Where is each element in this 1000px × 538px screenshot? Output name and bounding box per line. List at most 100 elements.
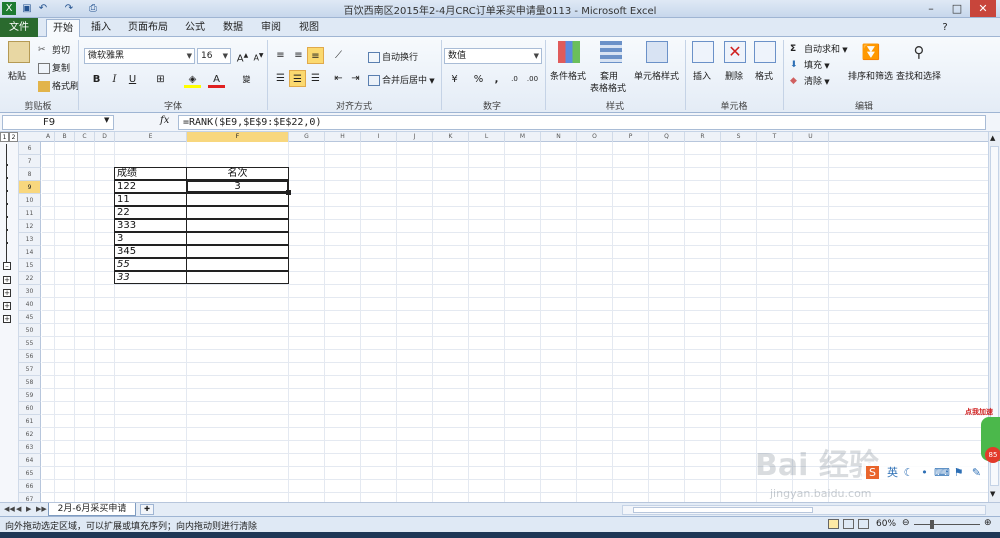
zoom-slider[interactable] [914,524,980,525]
name-box[interactable]: F9 [2,115,114,130]
score-cell[interactable]: 22 [114,206,187,219]
increase-decimal-icon[interactable]: .0 [506,71,523,88]
scroll-down-icon[interactable]: ▼ [990,490,995,498]
sort-filter-icon[interactable]: ⏬ [860,41,882,63]
align-left-icon[interactable]: ☰ [272,70,289,87]
score-cell[interactable]: 122 [114,180,187,193]
tab-home[interactable]: 开始 [46,19,80,37]
bold-button[interactable]: B [88,71,105,88]
rank-cell[interactable] [186,245,289,258]
row-header[interactable]: 63 [19,441,41,454]
format-cells-button[interactable]: 格式 [755,69,773,82]
horizontal-scrollbar[interactable] [622,505,986,515]
row-header[interactable]: 65 [19,467,41,480]
fill-handle[interactable] [286,190,291,195]
column-header-u[interactable]: U [793,132,829,142]
row-header[interactable]: 61 [19,415,41,428]
row-header[interactable]: 56 [19,350,41,363]
insert-function-button[interactable]: fx [160,115,169,126]
tab-formulas[interactable]: 公式 [178,19,212,37]
format-as-table-icon[interactable] [600,41,622,63]
row-header[interactable]: 13 [19,233,41,246]
tab-review[interactable]: 审阅 [254,19,288,37]
rank-cell[interactable] [186,193,289,206]
minimize-icon[interactable]: – [918,0,944,17]
row-header[interactable]: 9 [19,181,41,194]
column-header-r[interactable]: R [685,132,721,142]
keyboard-icon[interactable]: ⌨ [934,466,950,479]
score-cell[interactable]: 3 [114,232,187,245]
borders-icon[interactable]: ⊞ [152,71,169,88]
font-size-select[interactable]: 16 ▼ [197,48,231,64]
copy-button[interactable]: 复制 [38,61,70,74]
cut-button[interactable]: ✂ 剪切 [38,43,70,56]
english-input-icon[interactable]: 英 [886,466,899,479]
row-header[interactable]: 12 [19,220,41,233]
insert-cells-button[interactable]: 插入 [693,69,711,82]
speed-widget[interactable]: 点我加速 85 [965,407,1000,467]
page-break-view-icon[interactable] [858,519,869,529]
phonetic-icon[interactable]: 變 [238,71,255,88]
rank-cell[interactable] [186,232,289,245]
orientation-icon[interactable]: ⟋ [330,47,347,64]
outline-level-1-button[interactable]: 1 [0,132,9,142]
outline-collapse-button[interactable]: – [3,262,11,270]
zoom-in-icon[interactable]: ⊕ [984,518,992,528]
align-middle-icon[interactable]: ≡ [290,47,307,64]
row-header[interactable]: 7 [19,155,41,168]
chevron-down-icon[interactable]: ▼ [104,116,109,124]
tab-data[interactable]: 数据 [216,19,250,37]
tab-page-layout[interactable]: 页面布局 [124,19,172,37]
close-icon[interactable]: ✕ [970,0,996,17]
decrease-decimal-icon[interactable]: .00 [524,71,541,88]
row-header[interactable]: 30 [19,285,41,298]
score-cell[interactable]: 345 [114,245,187,258]
row-header[interactable]: 50 [19,324,41,337]
merge-center-button[interactable]: 合并后居中 ▼ [368,73,435,86]
tab-file[interactable]: 文件 [0,18,38,37]
sheet-tab[interactable]: 2月-6月采买申请 [48,503,136,516]
cell-styles-button[interactable]: 单元格样式 [634,69,679,82]
outline-expand-button[interactable]: + [3,302,11,310]
column-header-k[interactable]: K [433,132,469,142]
prev-sheet-icon[interactable]: ◀ [16,505,21,513]
align-top-icon[interactable]: ≡ [272,47,289,64]
score-cell[interactable]: 333 [114,219,187,232]
row-header[interactable]: 55 [19,337,41,350]
comma-style-icon[interactable]: , [488,71,505,88]
number-format-select[interactable]: 数值 ▼ [444,48,542,64]
paste-button[interactable]: 粘贴 [8,69,26,82]
column-header-j[interactable]: J [397,132,433,142]
sort-filter-button[interactable]: 排序和筛选 [848,69,893,82]
page-layout-view-icon[interactable] [843,519,854,529]
zoom-slider-thumb[interactable] [930,520,935,529]
row-header[interactable]: 10 [19,194,41,207]
row-header[interactable]: 58 [19,376,41,389]
column-header-d[interactable]: D [95,132,115,142]
find-select-button[interactable]: 查找和选择 [896,69,941,82]
percent-icon[interactable]: % [470,71,487,88]
row-header[interactable]: 64 [19,454,41,467]
column-header-q[interactable]: Q [649,132,685,142]
column-header-a[interactable]: A [42,132,55,142]
outline-expand-button[interactable]: + [3,315,11,323]
last-sheet-icon[interactable]: ▶▶ [36,505,47,513]
maximize-icon[interactable]: □ [944,0,970,17]
row-header[interactable]: 60 [19,402,41,415]
conditional-format-icon[interactable] [558,41,580,63]
baidu-logo-icon[interactable]: S [866,466,879,479]
score-cell[interactable]: 11 [114,193,187,206]
column-header-i[interactable]: I [361,132,397,142]
font-name-select[interactable]: 微软雅黑 ▼ [84,48,195,64]
punctuation-icon[interactable]: • [918,466,931,479]
column-header-n[interactable]: N [541,132,577,142]
score-cell[interactable]: 33 [114,271,187,284]
row-header[interactable]: 62 [19,428,41,441]
delete-cells-button[interactable]: 删除 [725,69,743,82]
rank-cell[interactable] [186,258,289,271]
rank-cell[interactable] [186,271,289,284]
zoom-out-icon[interactable]: ⊖ [902,518,910,528]
normal-view-icon[interactable] [828,519,839,529]
moon-icon[interactable]: ☾ [902,466,915,479]
currency-icon[interactable]: ¥ [446,71,463,88]
